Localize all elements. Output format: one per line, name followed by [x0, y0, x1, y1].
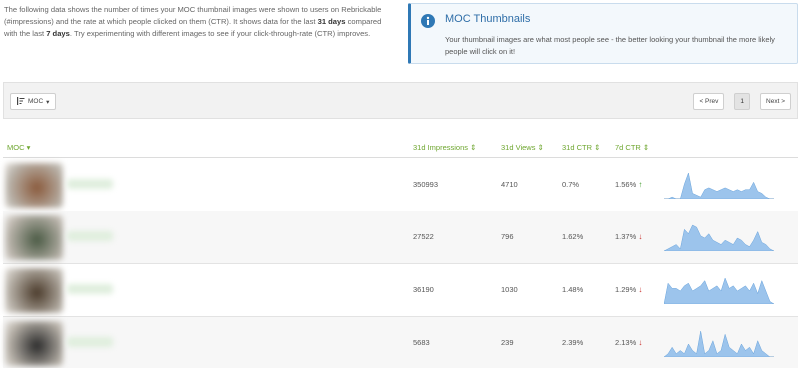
ctr7-cell: 1.56% ↑	[615, 180, 642, 189]
impressions-value: 27522	[413, 232, 434, 241]
moc-thumbnail[interactable]	[5, 268, 63, 313]
column-header-moc-label: MOC	[7, 143, 25, 152]
arrow-down-icon: ↓	[638, 338, 643, 347]
sparkline-area	[664, 330, 774, 357]
prev-page-button[interactable]: < Prev	[693, 93, 725, 110]
moc-thumbnail[interactable]	[5, 163, 63, 208]
column-header-views-label: 31d Views	[501, 143, 536, 152]
views-value: 4710	[501, 180, 518, 189]
column-header-ctr31-label: 31d CTR	[562, 143, 593, 152]
pagination: < Prev 1 Next >	[693, 93, 791, 110]
sort-dropdown-button[interactable]: MOC ▾	[10, 93, 57, 110]
sort-icon: ⇕	[592, 143, 601, 152]
ctr31-value: 2.39%	[562, 338, 584, 347]
sort-label: MOC	[28, 98, 44, 105]
column-header-views[interactable]: 31d Views ⇕	[501, 143, 544, 152]
views-value: 239	[501, 338, 514, 347]
impressions-value: 5683	[413, 338, 430, 347]
moc-name-link[interactable]	[67, 231, 113, 241]
next-page-button[interactable]: Next >	[760, 93, 791, 110]
ctr7-value: 1.56%	[615, 180, 637, 189]
impressions-value: 350993	[413, 180, 439, 189]
ctr31-value: 1.48%	[562, 285, 584, 294]
moc-thumbnail[interactable]	[5, 321, 63, 366]
ctr7-value: 1.37%	[615, 232, 637, 241]
table-row: 36190 1030 1.48% 1.29% ↓	[3, 264, 798, 317]
impressions-sparkline	[664, 330, 774, 357]
impressions-sparkline	[664, 172, 774, 199]
info-title: MOC Thumbnails	[445, 13, 531, 25]
arrow-up-icon: ↑	[638, 180, 643, 189]
page-1-button[interactable]: 1	[734, 93, 751, 110]
impressions-sparkline	[664, 277, 774, 304]
impressions-sparkline	[664, 224, 774, 251]
sort-icon: ⇕	[640, 143, 650, 152]
views-value: 796	[501, 232, 514, 241]
sparkline-area	[664, 224, 774, 251]
info-icon	[421, 14, 435, 28]
intro-part3: . Try experimenting with different image…	[69, 29, 371, 38]
sort-desc-icon: ▾	[24, 143, 31, 152]
sort-icon	[17, 96, 25, 107]
moc-name-link[interactable]	[67, 179, 113, 189]
moc-name-link[interactable]	[67, 337, 113, 347]
ctr31-value: 0.7%	[562, 180, 580, 189]
column-header-ctr7[interactable]: 7d CTR ⇕	[615, 143, 649, 152]
ctr7-cell: 1.37% ↓	[615, 232, 642, 241]
ctr7-value: 2.13%	[615, 338, 637, 347]
ctr7-cell: 2.13% ↓	[615, 338, 642, 347]
views-value: 1030	[501, 285, 518, 294]
sort-icon: ⇕	[468, 143, 477, 152]
sort-icon: ⇕	[535, 143, 544, 152]
table-row: 5683 239 2.39% 2.13% ↓	[3, 317, 798, 368]
impressions-value: 36190	[413, 285, 434, 294]
ctr7-value: 1.29%	[615, 285, 637, 294]
column-header-ctr7-label: 7d CTR	[615, 143, 641, 152]
info-callout: MOC Thumbnails Your thumbnail images are…	[408, 3, 798, 64]
table-header: MOC ▾ 31d Impressions ⇕ 31d Views ⇕ 31d …	[3, 138, 798, 158]
table-row: 27522 796 1.62% 1.37% ↓	[3, 211, 798, 264]
arrow-down-icon: ↓	[638, 285, 643, 294]
table-toolbar: MOC ▾ < Prev 1 Next >	[3, 82, 798, 119]
column-header-impressions-label: 31d Impressions	[413, 143, 469, 152]
intro-bold-7-days: 7 days	[46, 29, 70, 38]
intro-bold-31-days: 31 days	[317, 17, 346, 26]
column-header-impressions[interactable]: 31d Impressions ⇕	[413, 143, 476, 152]
column-header-moc[interactable]: MOC ▾	[7, 143, 30, 152]
moc-name-link[interactable]	[67, 284, 113, 294]
info-body: Your thumbnail images are what most peop…	[445, 35, 775, 56]
arrow-down-icon: ↓	[638, 232, 643, 241]
sparkline-area	[664, 172, 774, 199]
column-header-ctr31[interactable]: 31d CTR ⇕	[562, 143, 600, 152]
caret-down-icon: ▾	[46, 98, 50, 106]
sparkline-area	[664, 277, 774, 304]
moc-thumbnail[interactable]	[5, 215, 63, 260]
intro-text: The following data shows the number of t…	[4, 4, 389, 40]
ctr31-value: 1.62%	[562, 232, 584, 241]
table-row: 350993 4710 0.7% 1.56% ↑	[3, 159, 798, 212]
ctr7-cell: 1.29% ↓	[615, 285, 642, 294]
